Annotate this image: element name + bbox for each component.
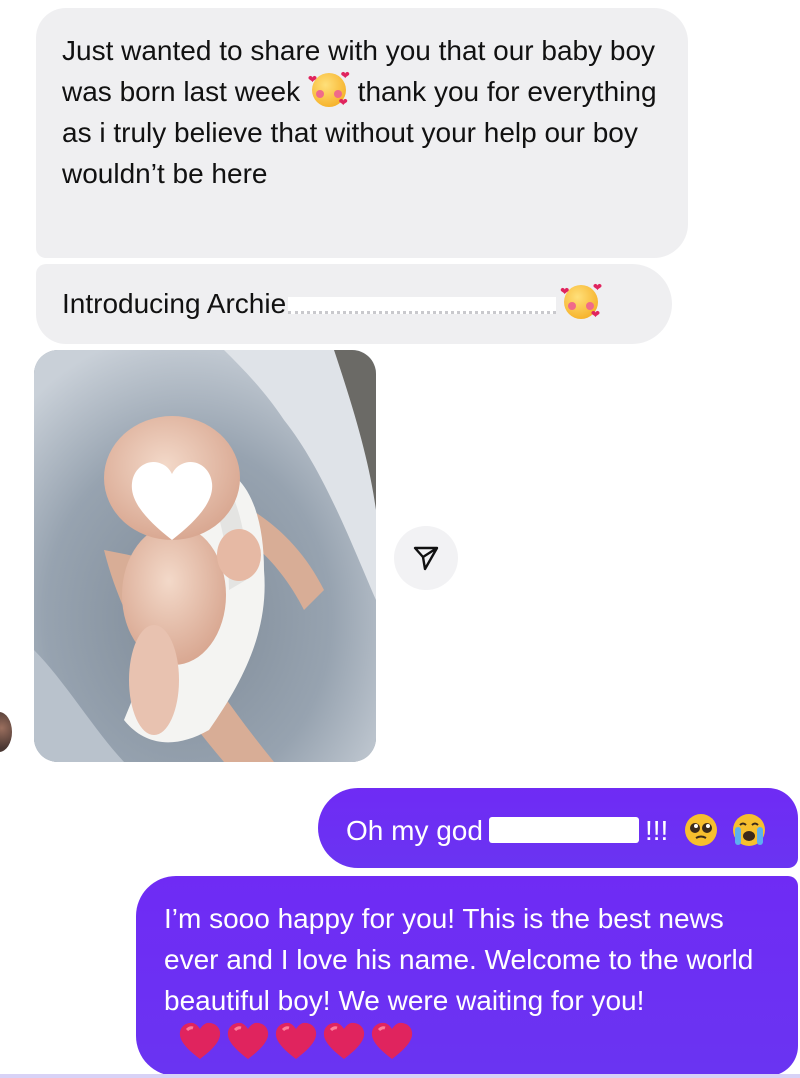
share-button[interactable] (394, 526, 458, 590)
red-heart-icon (371, 1022, 413, 1059)
baby-photo-attachment[interactable] (34, 350, 376, 762)
sender-avatar[interactable] (0, 712, 12, 752)
smiling-face-with-hearts-icon: ❤ ❤ ❤ (560, 282, 603, 321)
message-thread: Just wanted to share with you that our b… (0, 0, 800, 1078)
sent-message-bubble[interactable]: Oh my god!!! (318, 788, 798, 868)
newborn-baby-photo (34, 350, 376, 762)
received-message-bubble[interactable]: Just wanted to share with you that our b… (36, 8, 688, 258)
message-text: Introducing Archie (62, 288, 287, 319)
received-message-bubble[interactable]: Introducing Archie ❤ ❤ ❤ (36, 264, 672, 344)
red-heart-icon (227, 1022, 269, 1059)
message-text: Oh my god (346, 815, 483, 846)
redaction-mark (488, 817, 639, 843)
pleading-face-icon (685, 814, 718, 846)
red-heart-icon (275, 1022, 317, 1059)
message-text: I’m sooo happy for you! This is the best… (164, 903, 754, 1016)
sent-message-bubble[interactable]: I’m sooo happy for you! This is the best… (136, 876, 798, 1076)
redaction-mark (288, 297, 557, 315)
send-icon (413, 546, 439, 571)
loudly-crying-face-icon (732, 814, 765, 846)
red-heart-icon (323, 1022, 365, 1059)
red-heart-icon (179, 1022, 221, 1059)
bottom-divider (0, 1074, 800, 1078)
message-suffix: !!! (644, 815, 669, 846)
smiling-face-with-hearts-icon: ❤ ❤ ❤ (307, 70, 350, 109)
hearts-group (178, 1021, 414, 1061)
